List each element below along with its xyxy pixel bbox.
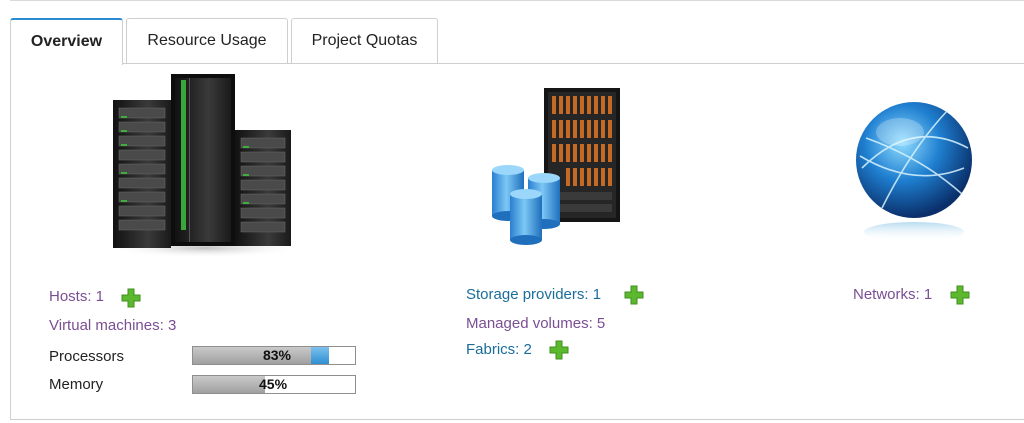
storage-array-icon: [492, 88, 620, 245]
add-fabric-plus-icon[interactable]: [549, 340, 569, 360]
server-rack-icon: [107, 74, 303, 258]
tab-project-quotas[interactable]: Project Quotas: [291, 18, 438, 63]
memory-usage-bar: 45%: [192, 375, 356, 394]
managed-volumes-link[interactable]: Managed volumes: 5: [466, 315, 605, 332]
hosts-link[interactable]: Hosts: 1: [49, 288, 104, 305]
tab-overview[interactable]: Overview: [10, 18, 123, 65]
memory-label: Memory: [49, 376, 104, 393]
add-storage-provider-plus-icon[interactable]: [624, 285, 644, 305]
add-host-plus-icon[interactable]: [121, 288, 141, 308]
add-network-plus-icon[interactable]: [950, 285, 970, 305]
processors-percent: 83%: [262, 347, 291, 363]
networks-link[interactable]: Networks: 1: [853, 286, 932, 303]
processors-label: Processors: [49, 348, 125, 365]
storage-providers-link[interactable]: Storage providers: 1: [466, 286, 601, 303]
virtual-machines-link[interactable]: Virtual machines: 3: [49, 317, 176, 334]
fabrics-link[interactable]: Fabrics: 2: [466, 341, 532, 358]
tab-resource-usage[interactable]: Resource Usage: [126, 18, 288, 63]
memory-percent: 45%: [259, 376, 288, 392]
processors-usage-bar: 83%: [192, 346, 356, 365]
globe-icon: [856, 102, 972, 242]
top-divider: [10, 0, 1024, 1]
